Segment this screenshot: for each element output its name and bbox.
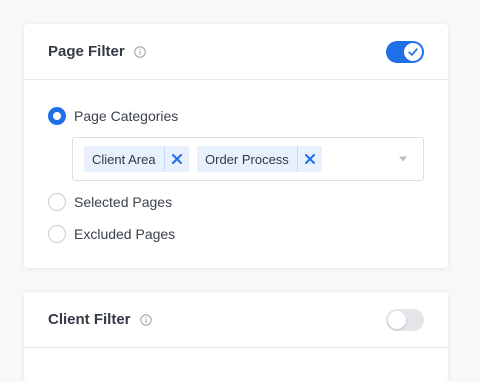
info-icon[interactable]: [133, 45, 146, 58]
chip-client-area: Client Area: [84, 146, 189, 172]
page-filter-toggle[interactable]: [386, 40, 424, 63]
page-categories-select[interactable]: Client Area Order Process: [72, 137, 424, 181]
radio-label: Selected Pages: [74, 194, 173, 210]
client-filter-title: Client Filter: [48, 311, 131, 328]
chip-label: Client Area: [92, 151, 156, 167]
client-filter-card: Client Filter: [24, 292, 448, 382]
radio-button-unchecked[interactable]: [48, 225, 66, 243]
info-icon[interactable]: [139, 313, 152, 326]
radio-button-checked[interactable]: [48, 107, 66, 125]
toggle-knob: [388, 310, 406, 329]
chip-remove-button[interactable]: [163, 146, 189, 172]
radio-label: Excluded Pages: [74, 226, 176, 242]
check-icon: [408, 47, 418, 56]
radio-button-unchecked[interactable]: [48, 193, 66, 211]
page-filter-header: Page Filter: [24, 24, 448, 80]
chevron-down-icon[interactable]: [399, 156, 407, 162]
client-filter-header: Client Filter: [24, 292, 448, 348]
radio-page-categories[interactable]: Page Categories: [48, 106, 178, 126]
radio-excluded-pages[interactable]: Excluded Pages: [48, 224, 175, 244]
chip-remove-button[interactable]: [296, 146, 322, 172]
chip-label: Order Process: [205, 151, 289, 167]
client-filter-toggle[interactable]: [386, 308, 424, 331]
close-icon: [304, 154, 315, 164]
close-icon: [171, 154, 182, 164]
radio-label: Page Categories: [74, 108, 179, 124]
page-filter-card: Page Filter Page Categories Client Area …: [24, 24, 448, 268]
radio-selected-pages[interactable]: Selected Pages: [48, 192, 172, 212]
toggle-knob: [404, 42, 422, 61]
chip-order-process: Order Process: [197, 146, 322, 172]
page-filter-title: Page Filter: [48, 43, 125, 60]
